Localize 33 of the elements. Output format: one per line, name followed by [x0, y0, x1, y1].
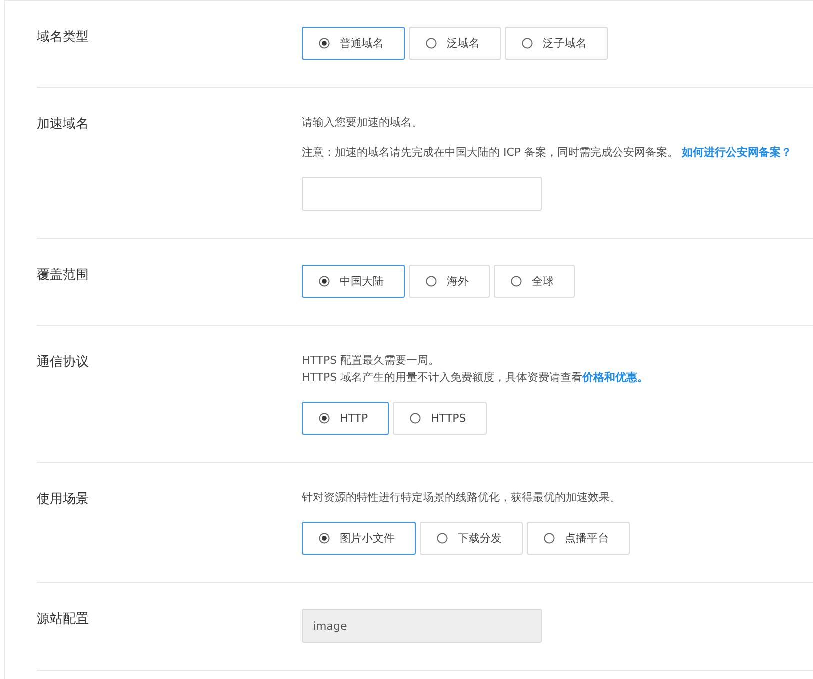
radio-option[interactable]: HTTP — [302, 402, 390, 435]
radio-icon — [319, 38, 330, 49]
hint-text: HTTPS 配置最久需要一周。 HTTPS 域名产生的用量不计入免费额度，具体资费请查看价格和优惠。 — [302, 353, 649, 386]
radio-icon — [410, 413, 422, 424]
field-label: 域名类型 — [37, 29, 89, 47]
hint-text: 针对资源的特性进行特定场景的线路优化，获得最优的加速效果。 — [302, 490, 621, 506]
field-label: 通信协议 — [37, 354, 89, 372]
field-label: 源站配置 — [37, 611, 89, 629]
radio-icon — [511, 276, 522, 287]
radio-option[interactable]: 点播平台 — [527, 522, 630, 555]
radio-option[interactable]: HTTPS — [393, 402, 488, 435]
radio-option[interactable]: 泛域名 — [409, 27, 501, 60]
radio-option[interactable]: 泛子域名 — [505, 27, 608, 60]
hint-text: 请输入您要加速的域名。 — [302, 115, 423, 131]
radio-icon — [437, 533, 448, 544]
field-label: 覆盖范围 — [37, 267, 89, 285]
field-label: 使用场景 — [37, 491, 89, 509]
hint-text: 注意：加速的域名请先完成在中国大陆的 ICP 备案，同时需完成公安网备案。 如何进行公安网备案？ — [302, 145, 792, 161]
field-label: 加速域名 — [37, 116, 89, 134]
radio-icon — [522, 38, 533, 49]
radio-icon — [319, 533, 330, 544]
radio-option[interactable]: 普通域名 — [302, 27, 405, 60]
radio-icon — [426, 38, 437, 49]
radio-icon — [319, 276, 330, 287]
radio-option[interactable]: 图片小文件 — [302, 522, 416, 555]
radio-option[interactable]: 全球 — [494, 265, 575, 298]
input-field[interactable] — [302, 177, 542, 211]
radio-icon — [544, 533, 555, 544]
radio-icon — [319, 413, 330, 424]
radio-icon — [426, 276, 437, 287]
radio-option[interactable]: 中国大陆 — [302, 265, 405, 298]
radio-option[interactable]: 下载分发 — [420, 522, 523, 555]
radio-option[interactable]: 海外 — [409, 265, 490, 298]
